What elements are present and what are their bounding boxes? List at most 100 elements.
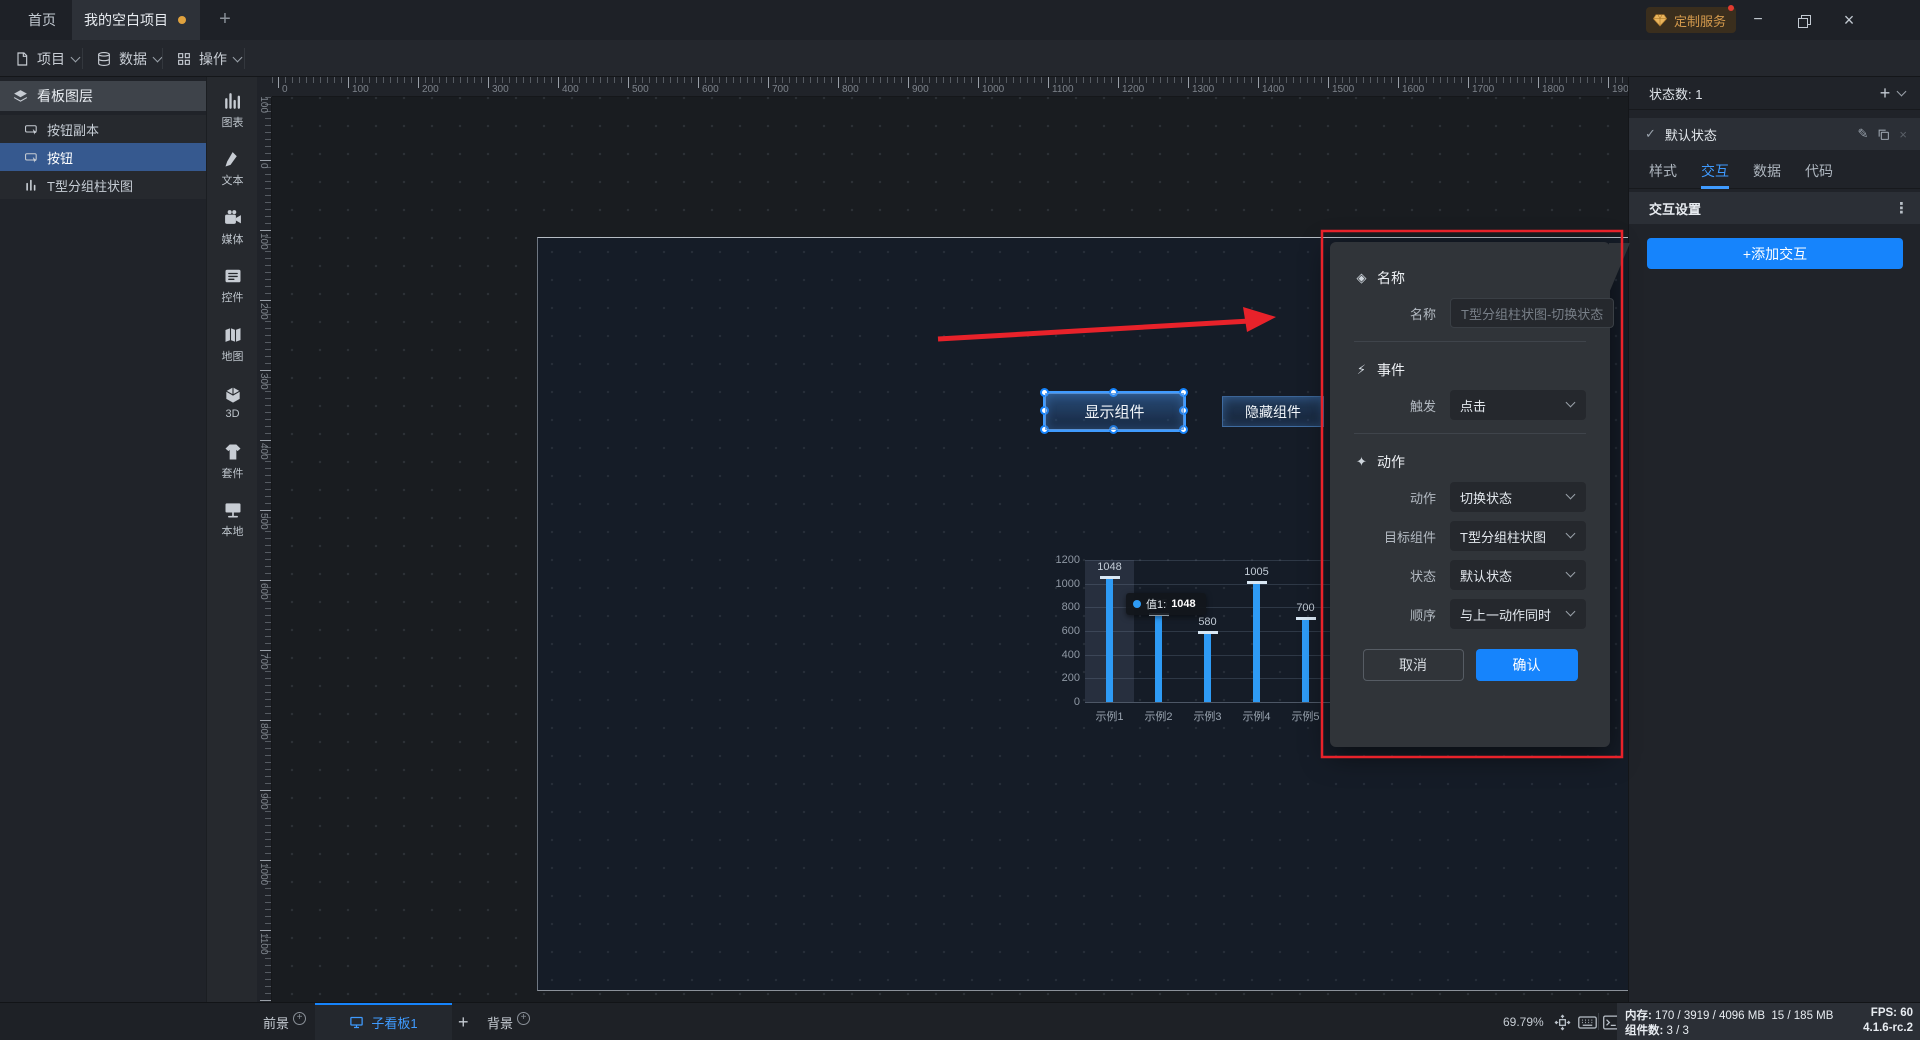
tooltip-value: 1048 xyxy=(1171,598,1196,610)
layer-item[interactable]: 按钮 xyxy=(0,143,206,171)
series-dot-icon xyxy=(1133,600,1141,608)
menu-project[interactable]: 项目 xyxy=(14,40,81,77)
rail-item-label: 媒体 xyxy=(221,233,244,246)
name-section-icon: ◈ xyxy=(1356,270,1367,285)
rail-map-icon xyxy=(223,325,243,345)
state-name: 默认状态 xyxy=(1664,127,1717,143)
confirm-button[interactable]: 确认 xyxy=(1475,649,1578,681)
zoom-level[interactable]: 69.79% xyxy=(1503,1003,1544,1040)
default-state-row[interactable]: ✓ 默认状态 ✎ × xyxy=(1629,118,1920,150)
chevron-down-icon[interactable] xyxy=(1896,86,1907,97)
add-background-icon[interactable]: + xyxy=(517,1011,531,1025)
popup-section-label: 名称 xyxy=(1377,270,1405,286)
popup-form-row: 触发 点击 xyxy=(1354,390,1586,420)
chart-icon xyxy=(24,178,39,193)
foreground-tab[interactable]: 前景 + xyxy=(263,1003,307,1040)
add-board-button[interactable]: + xyxy=(458,1003,469,1040)
rail-item-kits[interactable]: 套件 xyxy=(207,435,258,487)
check-icon: ✓ xyxy=(1645,126,1656,141)
state-count-row: 状态数: 1 + xyxy=(1629,77,1920,110)
x-axis-category-label: 示例4 xyxy=(1242,711,1271,723)
rail-item-text[interactable]: 文本 xyxy=(207,143,258,195)
interaction-settings-title: 交互设置 xyxy=(1649,201,1702,217)
rail-local-icon xyxy=(223,500,243,520)
name-input[interactable]: T型分组柱状图-切换状态 xyxy=(1450,298,1615,328)
custom-service-badge[interactable]: 定制服务 xyxy=(1646,5,1737,33)
rail-item-label: 地图 xyxy=(221,350,244,363)
home-tab[interactable]: 首页 xyxy=(14,0,70,40)
close-button[interactable]: × xyxy=(1827,0,1871,40)
database-icon xyxy=(98,51,110,66)
minimize-button[interactable]: − xyxy=(1736,0,1780,40)
add-state-button[interactable]: + xyxy=(1872,83,1898,104)
rail-item-map[interactable]: 地图 xyxy=(207,318,258,370)
restore-button[interactable] xyxy=(1781,0,1825,40)
background-tab[interactable]: 背景 + xyxy=(487,1003,531,1040)
触发-select[interactable]: 点击 xyxy=(1450,390,1586,420)
layers-panel-header[interactable]: 看板图层 xyxy=(0,81,206,111)
rail-text-icon xyxy=(223,149,243,169)
popup-beak xyxy=(1609,243,1630,293)
tab-interaction[interactable]: 交互 xyxy=(1701,155,1729,189)
chevron-down-icon xyxy=(152,52,163,62)
fps-label: FPS: xyxy=(1870,1007,1897,1019)
rail-item-media[interactable]: 媒体 xyxy=(207,201,258,253)
action-section-icon: ✦ xyxy=(1356,454,1367,469)
tab-style[interactable]: 样式 xyxy=(1649,155,1677,189)
layer-item[interactable]: 按钮副本 xyxy=(0,115,206,143)
show-component-button[interactable]: 显示组件 xyxy=(1045,393,1184,430)
ruler-label: 700 xyxy=(772,84,789,95)
foreground-label: 前景 xyxy=(263,1015,290,1031)
tab-code[interactable]: 代码 xyxy=(1805,155,1833,189)
ruler-label: 1600 xyxy=(1402,84,1425,95)
cancel-button[interactable]: 取消 xyxy=(1362,649,1464,681)
duplicate-icon[interactable] xyxy=(1877,128,1890,141)
动作-select[interactable]: 切换状态 xyxy=(1450,482,1586,512)
bar-chart-widget[interactable]: 值1 0200400600800100012001048示例1735示例2580… xyxy=(1052,522,1364,727)
ruler-label: 800 xyxy=(258,723,269,740)
keyboard-icon[interactable] xyxy=(1576,1012,1598,1032)
hide-component-button[interactable]: 隐藏组件 xyxy=(1222,396,1324,427)
layer-item[interactable]: T型分组柱状图 xyxy=(0,171,206,199)
menu-data[interactable]: 数据 xyxy=(96,40,163,77)
popup-body: ◈ 名称 名称 T型分组柱状图-切换状态 ⚡ 事件 触发 点击 ✦ 动作 动作 切换状态 目标组件 T型分… xyxy=(1354,268,1615,629)
rail-widgets-icon xyxy=(223,266,243,286)
chevron-down-icon xyxy=(1565,567,1576,578)
popup-form-row: 状态 默认状态 xyxy=(1354,560,1586,590)
ruler-corner xyxy=(257,77,272,97)
rail-item-charts[interactable]: 图表 xyxy=(207,84,258,136)
顺序-select[interactable]: 与上一动作同时 xyxy=(1450,599,1586,629)
add-interaction-button[interactable]: +添加交互 xyxy=(1647,238,1903,269)
tab-data[interactable]: 数据 xyxy=(1753,155,1781,189)
popup-section-label: 事件 xyxy=(1377,362,1405,378)
ruler-label: 1100 xyxy=(258,933,269,955)
bar-cap xyxy=(1246,581,1267,585)
rail-item-3d[interactable]: 3D xyxy=(207,377,258,429)
add-foreground-icon[interactable]: + xyxy=(293,1011,307,1025)
divider xyxy=(1598,1013,1599,1030)
subboard-tab-label: 子看板1 xyxy=(371,1015,418,1031)
subboard-tab[interactable]: 子看板1 xyxy=(315,1003,452,1040)
new-tab-button[interactable]: + xyxy=(208,0,242,40)
目标组件-select[interactable]: T型分组柱状图 xyxy=(1450,521,1586,551)
menu-operations[interactable]: 操作 xyxy=(176,40,243,77)
grid-icon xyxy=(178,52,190,65)
delete-state-icon[interactable]: × xyxy=(1899,127,1907,142)
divider xyxy=(162,48,163,69)
x-axis-category-label: 示例2 xyxy=(1144,711,1173,723)
popup-section-title: ⚡ 事件 xyxy=(1354,360,1586,380)
fit-screen-icon[interactable] xyxy=(1551,1012,1573,1032)
ruler-label: 500 xyxy=(258,513,269,530)
popup-section-label: 动作 xyxy=(1377,454,1405,470)
chart-tooltip: 值1: 1048 xyxy=(1126,593,1206,615)
divider xyxy=(1354,341,1586,342)
rail-item-widgets[interactable]: 控件 xyxy=(207,260,258,312)
project-tab[interactable]: 我的空白项目 xyxy=(72,0,200,40)
kebab-menu-icon[interactable]: ⋮ xyxy=(1894,199,1909,217)
状态-select[interactable]: 默认状态 xyxy=(1450,560,1586,590)
input-placeholder: T型分组柱状图-切换状态 xyxy=(1461,306,1604,322)
ruler-label: 700 xyxy=(258,653,269,670)
edit-icon[interactable]: ✎ xyxy=(1858,126,1869,142)
rail-item-local[interactable]: 本地 xyxy=(207,494,258,546)
bar-cap xyxy=(1099,575,1120,579)
